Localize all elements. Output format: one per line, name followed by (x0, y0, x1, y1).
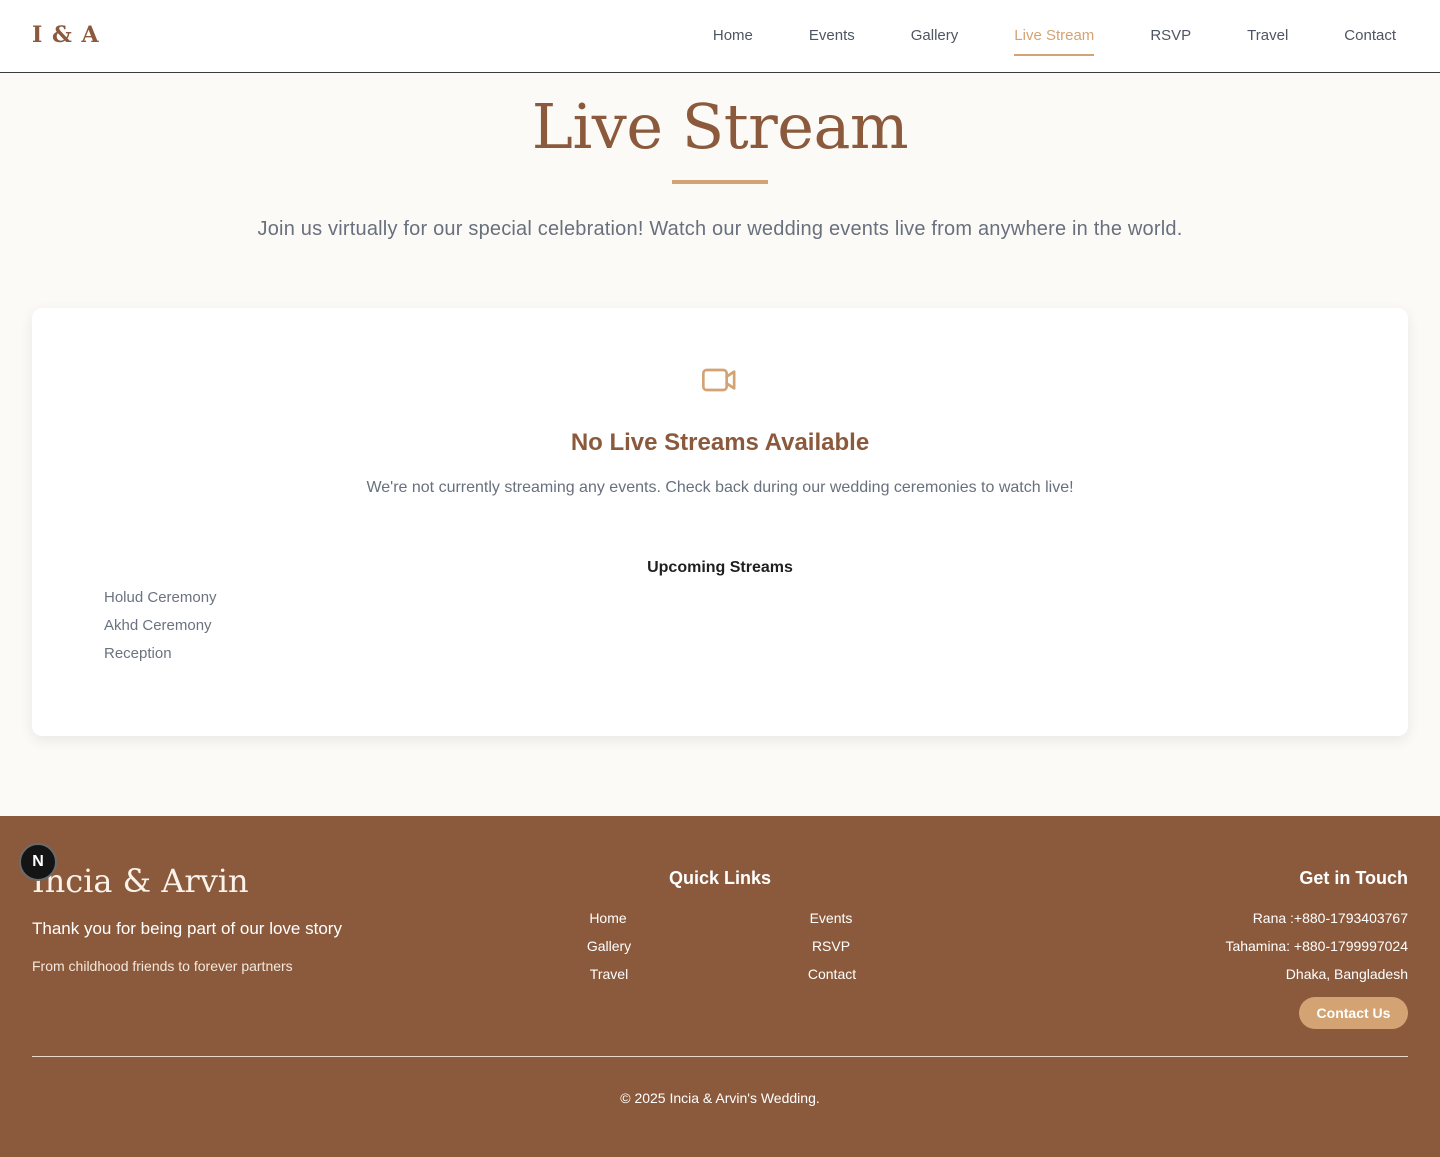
get-in-touch-heading: Get in Touch (1299, 868, 1408, 888)
list-item: Reception (104, 645, 172, 662)
contact-us-button[interactable]: Contact Us (1299, 997, 1408, 1029)
top-navigation-bar: I & A Home Events Gallery Live Stream RS… (0, 0, 1440, 73)
footer-link-contact[interactable]: Contact (772, 966, 892, 982)
footer-subtagline: From childhood friends to forever partne… (32, 958, 293, 974)
upcoming-streams-heading: Upcoming Streams (647, 559, 793, 576)
page-title: Live Stream (531, 90, 909, 163)
site-footer: Incia & Arvin Thank you for being part o… (0, 816, 1440, 1157)
dev-tools-badge[interactable]: N (19, 843, 57, 881)
footer-link-rsvp[interactable]: RSVP (771, 938, 891, 954)
nav-rsvp[interactable]: RSVP (1150, 0, 1191, 72)
live-stream-card: No Live Streams Available We're not curr… (32, 308, 1408, 736)
contact-location: Dhaka, Bangladesh (1285, 966, 1408, 982)
page-subtitle: Join us virtually for our special celebr… (257, 218, 1183, 240)
brand-logo[interactable]: I & A (32, 22, 100, 48)
no-streams-message: We're not currently streaming any events… (366, 479, 1074, 496)
list-item: Akhd Ceremony (104, 617, 212, 634)
nav-contact[interactable]: Contact (1344, 0, 1396, 72)
footer-tagline: Thank you for being part of our love sto… (32, 919, 342, 938)
nav-events[interactable]: Events (809, 0, 855, 72)
copyright-text: © 2025 Incia & Arvin's Wedding. (620, 1090, 820, 1106)
footer-link-events[interactable]: Events (771, 910, 891, 926)
nav-travel[interactable]: Travel (1247, 0, 1288, 72)
footer-link-home[interactable]: Home (548, 910, 668, 926)
upcoming-streams-list: Holud Ceremony Akhd Ceremony Reception (104, 588, 217, 672)
quick-links-heading: Quick Links (668, 868, 772, 888)
title-underline (672, 180, 768, 184)
contact-phone-rana: Rana :+880-1793403767 (1252, 910, 1408, 926)
list-item: Holud Ceremony (104, 589, 217, 606)
nav-home[interactable]: Home (713, 0, 753, 72)
footer-link-travel[interactable]: Travel (549, 966, 669, 982)
nav-live-stream[interactable]: Live Stream (1014, 0, 1095, 72)
main-nav: Home Events Gallery Live Stream RSVP Tra… (657, 0, 1396, 72)
no-streams-title: No Live Streams Available (570, 429, 870, 456)
footer-divider (32, 1056, 1408, 1057)
nav-gallery[interactable]: Gallery (911, 0, 959, 72)
video-camera-icon (702, 368, 736, 392)
footer-link-gallery[interactable]: Gallery (549, 938, 669, 954)
contact-phone-tahamina: Tahamina: +880-1799997024 (1225, 938, 1408, 954)
